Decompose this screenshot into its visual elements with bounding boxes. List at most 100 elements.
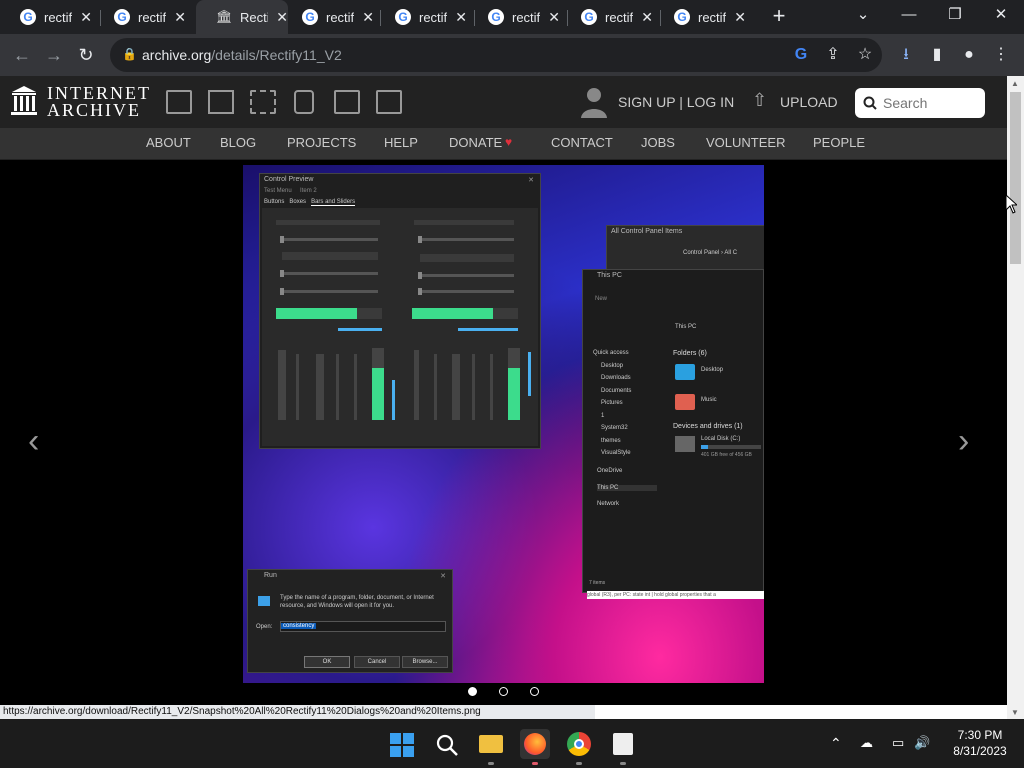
close-window-icon[interactable]: ✕ [978, 0, 1024, 30]
carousel-dot[interactable] [499, 687, 508, 696]
tab-close-icon[interactable]: ✕ [362, 9, 374, 26]
scroll-down-icon[interactable]: ▼ [1011, 708, 1019, 717]
web-icon[interactable] [166, 90, 192, 114]
forward-icon[interactable]: → [42, 43, 66, 67]
google-lens-icon[interactable]: G [790, 44, 812, 66]
software-icon[interactable] [334, 90, 360, 114]
display-icon[interactable]: ▭ [892, 735, 904, 751]
paint-taskbar-button[interactable] [608, 729, 638, 765]
nav-about[interactable]: ABOUT [146, 135, 191, 150]
tooltip-strip: global (R3), per PC: state int | hold gl… [587, 591, 764, 599]
tab-close-icon[interactable]: ✕ [80, 9, 92, 26]
mouse-cursor-icon [1005, 194, 1017, 214]
reload-icon[interactable]: ↻ [74, 43, 98, 67]
next-image-arrow-icon[interactable]: › [958, 422, 969, 461]
prev-image-arrow-icon[interactable]: ‹ [28, 422, 39, 461]
scroll-thumb[interactable] [1010, 92, 1021, 264]
section-header: Devices and drives (1) [673, 423, 743, 430]
indeterminate-bar [458, 328, 518, 331]
ia-logo-icon[interactable] [10, 86, 38, 116]
nav-contact[interactable]: CONTACT [551, 135, 613, 150]
restore-icon[interactable]: ❐ [932, 0, 978, 30]
texts-icon[interactable] [208, 90, 234, 114]
carousel-dot-active[interactable] [468, 687, 477, 696]
browser-tab[interactable]: rectify ✕ [94, 0, 186, 34]
nav-people[interactable]: PEOPLE [813, 135, 865, 150]
vertical-slider [296, 354, 299, 420]
page-scrollbar[interactable]: ▲ ▼ [1007, 76, 1024, 719]
run-description: Type the name of a program, folder, docu… [280, 595, 434, 609]
google-favicon-icon [395, 9, 411, 25]
paint-icon [613, 733, 633, 755]
browse-button: Browse... [402, 656, 448, 668]
tab-title: rectify [512, 9, 541, 25]
desktop-folder-icon [675, 364, 695, 380]
user-avatar-icon[interactable] [580, 86, 608, 118]
firefox-taskbar-button[interactable] [520, 729, 550, 765]
tab-close-icon[interactable]: ✕ [455, 9, 467, 26]
window-title: Run [264, 572, 277, 579]
tab-close-icon[interactable]: ✕ [641, 9, 653, 26]
search-box[interactable] [855, 88, 985, 118]
tab-title: rectify [138, 9, 167, 25]
back-icon[interactable]: ← [10, 43, 34, 67]
browser-tab[interactable]: rectify ✕ [0, 0, 92, 34]
browser-tab[interactable]: rectify ✕ [654, 0, 746, 34]
slider-track [282, 238, 378, 241]
video-icon[interactable] [250, 90, 276, 114]
tab-label-active: Bars and Sliders [311, 199, 356, 206]
search-icon [863, 96, 877, 110]
tab-close-icon[interactable]: ✕ [174, 9, 186, 26]
windows-start-icon[interactable] [390, 733, 414, 757]
nav-donate[interactable]: DONATE [449, 135, 502, 150]
audio-icon[interactable] [294, 90, 314, 114]
side-panel-icon[interactable]: ▮ [926, 44, 948, 66]
search-icon[interactable] [435, 733, 459, 757]
menu-kebab-icon[interactable]: ⋮ [990, 44, 1012, 66]
system-clock[interactable]: 7:30 PM 8/31/2023 [940, 727, 1020, 759]
nav-blog[interactable]: BLOG [220, 135, 256, 150]
bookmark-star-icon[interactable]: ☆ [854, 44, 876, 66]
new-tab-button[interactable]: + [756, 0, 802, 30]
nav-projects[interactable]: PROJECTS [287, 135, 356, 150]
carousel-dot[interactable] [530, 687, 539, 696]
tab-search-icon[interactable]: ⌄ [840, 0, 886, 30]
volume-icon[interactable]: 🔊 [914, 735, 930, 751]
share-icon[interactable]: ⇪ [822, 44, 844, 66]
browser-tab[interactable]: rectify ✕ [468, 0, 560, 34]
browser-tab-active[interactable]: Rectif ✕ [196, 0, 288, 34]
nav-help[interactable]: HELP [384, 135, 418, 150]
show-hidden-icons-icon[interactable]: ⌃ [830, 735, 842, 752]
drive-usage-fill [701, 445, 709, 449]
chrome-taskbar-button[interactable] [564, 729, 594, 765]
browser-tab[interactable]: rectify ✕ [561, 0, 653, 34]
profile-icon[interactable]: ● [958, 44, 980, 66]
signup-login-link[interactable]: SIGN UP | LOG IN [618, 94, 734, 110]
progress-fill [412, 308, 493, 319]
file-explorer-taskbar-button[interactable] [476, 729, 506, 765]
browser-tab[interactable]: rectify ✕ [375, 0, 467, 34]
minimize-icon[interactable]: — [886, 0, 932, 30]
screenshot-image[interactable]: Control Preview ✕ Test Menu Item 2 Butto… [243, 165, 764, 683]
indeterminate-bar [338, 328, 382, 331]
upload-icon[interactable]: ⇧ [752, 90, 767, 111]
upload-link[interactable]: UPLOAD [780, 94, 838, 110]
nav-volunteer[interactable]: VOLUNTEER [706, 135, 785, 150]
images-icon[interactable] [376, 90, 402, 114]
status-url-bubble: https://archive.org/download/Rectify11_V… [0, 705, 595, 719]
progress-bar [276, 308, 382, 319]
search-input[interactable] [881, 92, 981, 114]
download-icon[interactable]: ⭳ [895, 44, 917, 66]
tree-item-selected: This PC [597, 485, 657, 491]
ia-logo-text[interactable]: INTERNET ARCHIVE [47, 84, 151, 119]
browser-tab[interactable]: rectify ✕ [282, 0, 374, 34]
folder-name: Music [701, 397, 717, 403]
tab-close-icon[interactable]: ✕ [548, 9, 560, 26]
nav-jobs[interactable]: JOBS [641, 135, 675, 150]
tab-close-icon[interactable]: ✕ [734, 9, 746, 26]
scroll-up-icon[interactable]: ▲ [1011, 79, 1019, 88]
window-title: This PC [597, 272, 622, 279]
network-offline-icon[interactable]: ☁ [860, 735, 873, 751]
tab-title: rectify [326, 9, 355, 25]
address-bar[interactable]: 🔒 archive.org/details/Rectify11_V2 G ⇪ ☆ [110, 38, 882, 72]
